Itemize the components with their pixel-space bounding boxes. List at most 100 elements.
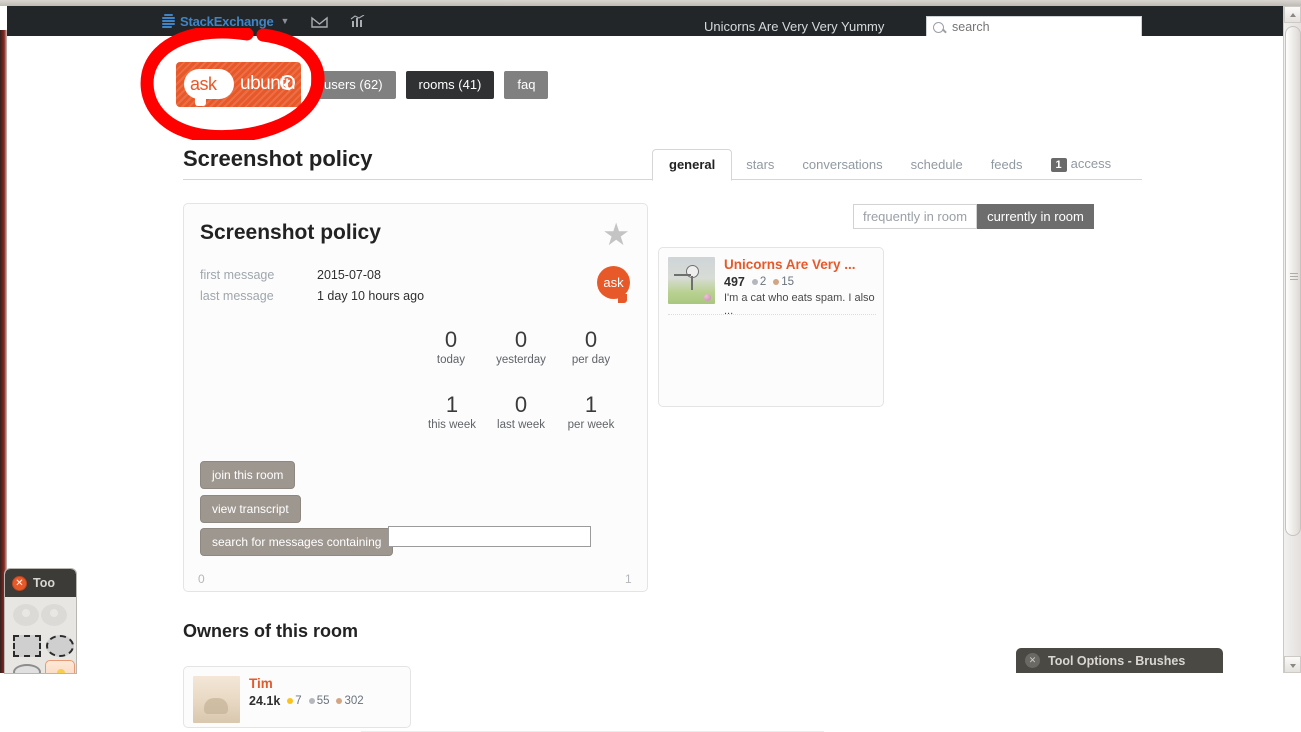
close-icon[interactable]: ✕: [1025, 653, 1040, 668]
avatar: [668, 257, 715, 304]
page-content: ask ubuntu users (62) rooms (41) faq Scr…: [7, 36, 1272, 732]
user-card[interactable]: Unicorns Are Very ... 497 2 15 I'm a cat…: [668, 257, 876, 318]
search-icon: [933, 21, 944, 33]
search-input[interactable]: [950, 19, 1130, 35]
silver-badge-icon: [751, 279, 758, 285]
last-message-value: 1 day 10 hours ago: [317, 289, 425, 303]
tab-conversations[interactable]: conversations: [788, 150, 896, 180]
active-tool-icon[interactable]: [45, 660, 75, 673]
stat-today-label: today: [436, 354, 466, 366]
room-card-title: Screenshot policy: [200, 221, 381, 244]
last-message-label: last message: [200, 289, 274, 303]
first-message-label: first message: [200, 268, 275, 282]
card-footer-right-value: 1: [625, 572, 632, 586]
avatar: [193, 676, 240, 723]
scroll-down-arrow-icon[interactable]: [1284, 656, 1301, 673]
stat-last-week-value: 0: [514, 392, 528, 417]
tab-feeds[interactable]: feeds: [977, 150, 1037, 180]
ellipse-select-tool-icon[interactable]: [46, 635, 74, 657]
tab-access-label: access: [1070, 156, 1112, 171]
scrollbar-grip-icon: [1290, 273, 1298, 280]
user-reputation-row: 497 2 15: [724, 275, 876, 289]
room-people-toggle: frequently in room currently in room: [853, 204, 1094, 229]
stackexchange-logo-icon: [162, 14, 175, 28]
bronze-badge-count: 15: [773, 276, 794, 288]
stat-per-week-label: per week: [567, 419, 615, 431]
page-title: Screenshot policy: [183, 146, 373, 171]
stackexchange-site-name: StackExchange: [180, 13, 274, 29]
silver-badge-icon: [308, 698, 315, 704]
view-transcript-button[interactable]: view transcript: [200, 495, 301, 523]
gold-badge-count: 7: [287, 695, 302, 707]
tab-access[interactable]: 1 access: [1037, 149, 1126, 180]
tab-schedule[interactable]: schedule: [897, 150, 977, 180]
ask-ubuntu-badge-icon: ask: [597, 266, 630, 303]
vertical-scrollbar[interactable]: [1283, 6, 1301, 673]
stat-today: 0 today: [416, 327, 486, 366]
tab-general[interactable]: general: [652, 149, 733, 181]
stat-this-week: 1 this week: [417, 392, 487, 431]
star-icon[interactable]: ★: [602, 219, 630, 250]
stat-this-week-label: this week: [428, 419, 476, 431]
stat-per-week-value: 1: [584, 392, 598, 417]
stat-yesterday-label: yesterday: [496, 354, 546, 366]
gold-badge-icon: [287, 698, 294, 704]
stat-per-day-label: per day: [571, 354, 611, 366]
stat-this-week-value: 1: [445, 392, 459, 417]
owner-reputation: 24.1k: [249, 694, 281, 708]
stat-per-day-value: 0: [584, 327, 598, 352]
silver-badge-count: 2: [751, 276, 766, 288]
wilber-watermark-icon: [13, 604, 67, 626]
user-card-divider: [668, 314, 876, 315]
achievements-chart-icon[interactable]: [350, 14, 366, 28]
rectangle-select-tool-icon[interactable]: [13, 635, 41, 657]
stackexchange-topbar: StackExchange ▼ Unicorns Are Very Very Y…: [7, 6, 1294, 38]
user-reputation: 497: [724, 275, 745, 289]
first-message-value: 2015-07-08: [317, 268, 381, 282]
topbar-room-title: Unicorns Are Very Very Yummy: [704, 19, 885, 34]
search-messages-button[interactable]: search for messages containing: [200, 528, 394, 556]
nav-button-users[interactable]: users (62): [311, 70, 396, 99]
stat-last-week: 0 last week: [486, 392, 556, 431]
site-header: ask ubuntu users (62) rooms (41) faq: [176, 62, 549, 107]
gimp-tool-options-window[interactable]: ✕ Tool Options - Brushes: [1016, 648, 1223, 673]
bronze-badge-icon: [336, 698, 343, 704]
stat-last-week-label: last week: [497, 419, 545, 431]
gimp-toolbox-titlebar[interactable]: ✕ Too: [5, 569, 76, 597]
message-search-input[interactable]: [388, 526, 591, 547]
gimp-toolbox-body: [5, 597, 76, 673]
gimp-tool-options-title: Tool Options - Brushes: [1048, 653, 1186, 668]
toggle-currently-in-room[interactable]: currently in room: [977, 204, 1094, 229]
stat-today-value: 0: [444, 327, 458, 352]
stat-yesterday: 0 yesterday: [486, 327, 556, 366]
gimp-toolbox-window[interactable]: ✕ Too: [5, 569, 76, 673]
bronze-badge-count: 302: [336, 695, 364, 707]
topbar-search-box[interactable]: [926, 16, 1142, 38]
join-room-button[interactable]: join this room: [200, 461, 296, 489]
current-users-panel: Unicorns Are Very ... 497 2 15 I'm a cat…: [658, 247, 884, 407]
ubuntu-circle-icon: [280, 75, 295, 90]
owner-name[interactable]: Tim: [249, 676, 364, 691]
gimp-toolbox-title: Too: [33, 576, 55, 590]
stat-yesterday-value: 0: [514, 327, 528, 352]
tab-stars[interactable]: stars: [732, 150, 788, 180]
ask-ubuntu-logo-icon[interactable]: ask ubuntu: [176, 62, 301, 107]
toggle-frequently-in-room[interactable]: frequently in room: [853, 204, 978, 229]
user-name[interactable]: Unicorns Are Very ...: [724, 257, 876, 272]
logo-ask-text: ask: [190, 74, 217, 94]
inbox-icon[interactable]: [311, 15, 329, 28]
free-select-tool-icon[interactable]: [13, 664, 41, 673]
stat-per-day: 0 per day: [556, 327, 626, 366]
owner-card[interactable]: Tim 24.1k 7 55 302: [183, 666, 411, 728]
close-icon[interactable]: ✕: [12, 575, 27, 591]
nav-button-rooms[interactable]: rooms (41): [405, 70, 495, 99]
scroll-up-arrow-icon[interactable]: [1284, 6, 1301, 23]
nav-button-faq[interactable]: faq: [504, 70, 549, 99]
desktop-background: StackExchange ▼ Unicorns Are Very Very Y…: [0, 0, 1301, 732]
access-count-badge: 1: [1050, 158, 1067, 172]
room-tabs: general stars conversations schedule fee…: [652, 148, 1126, 181]
scrollbar-thumb[interactable]: [1285, 26, 1301, 536]
chevron-down-icon[interactable]: ▼: [281, 16, 290, 26]
owner-reputation-row: 24.1k 7 55 302: [249, 694, 364, 708]
stackexchange-brand[interactable]: StackExchange ▼: [162, 14, 289, 29]
